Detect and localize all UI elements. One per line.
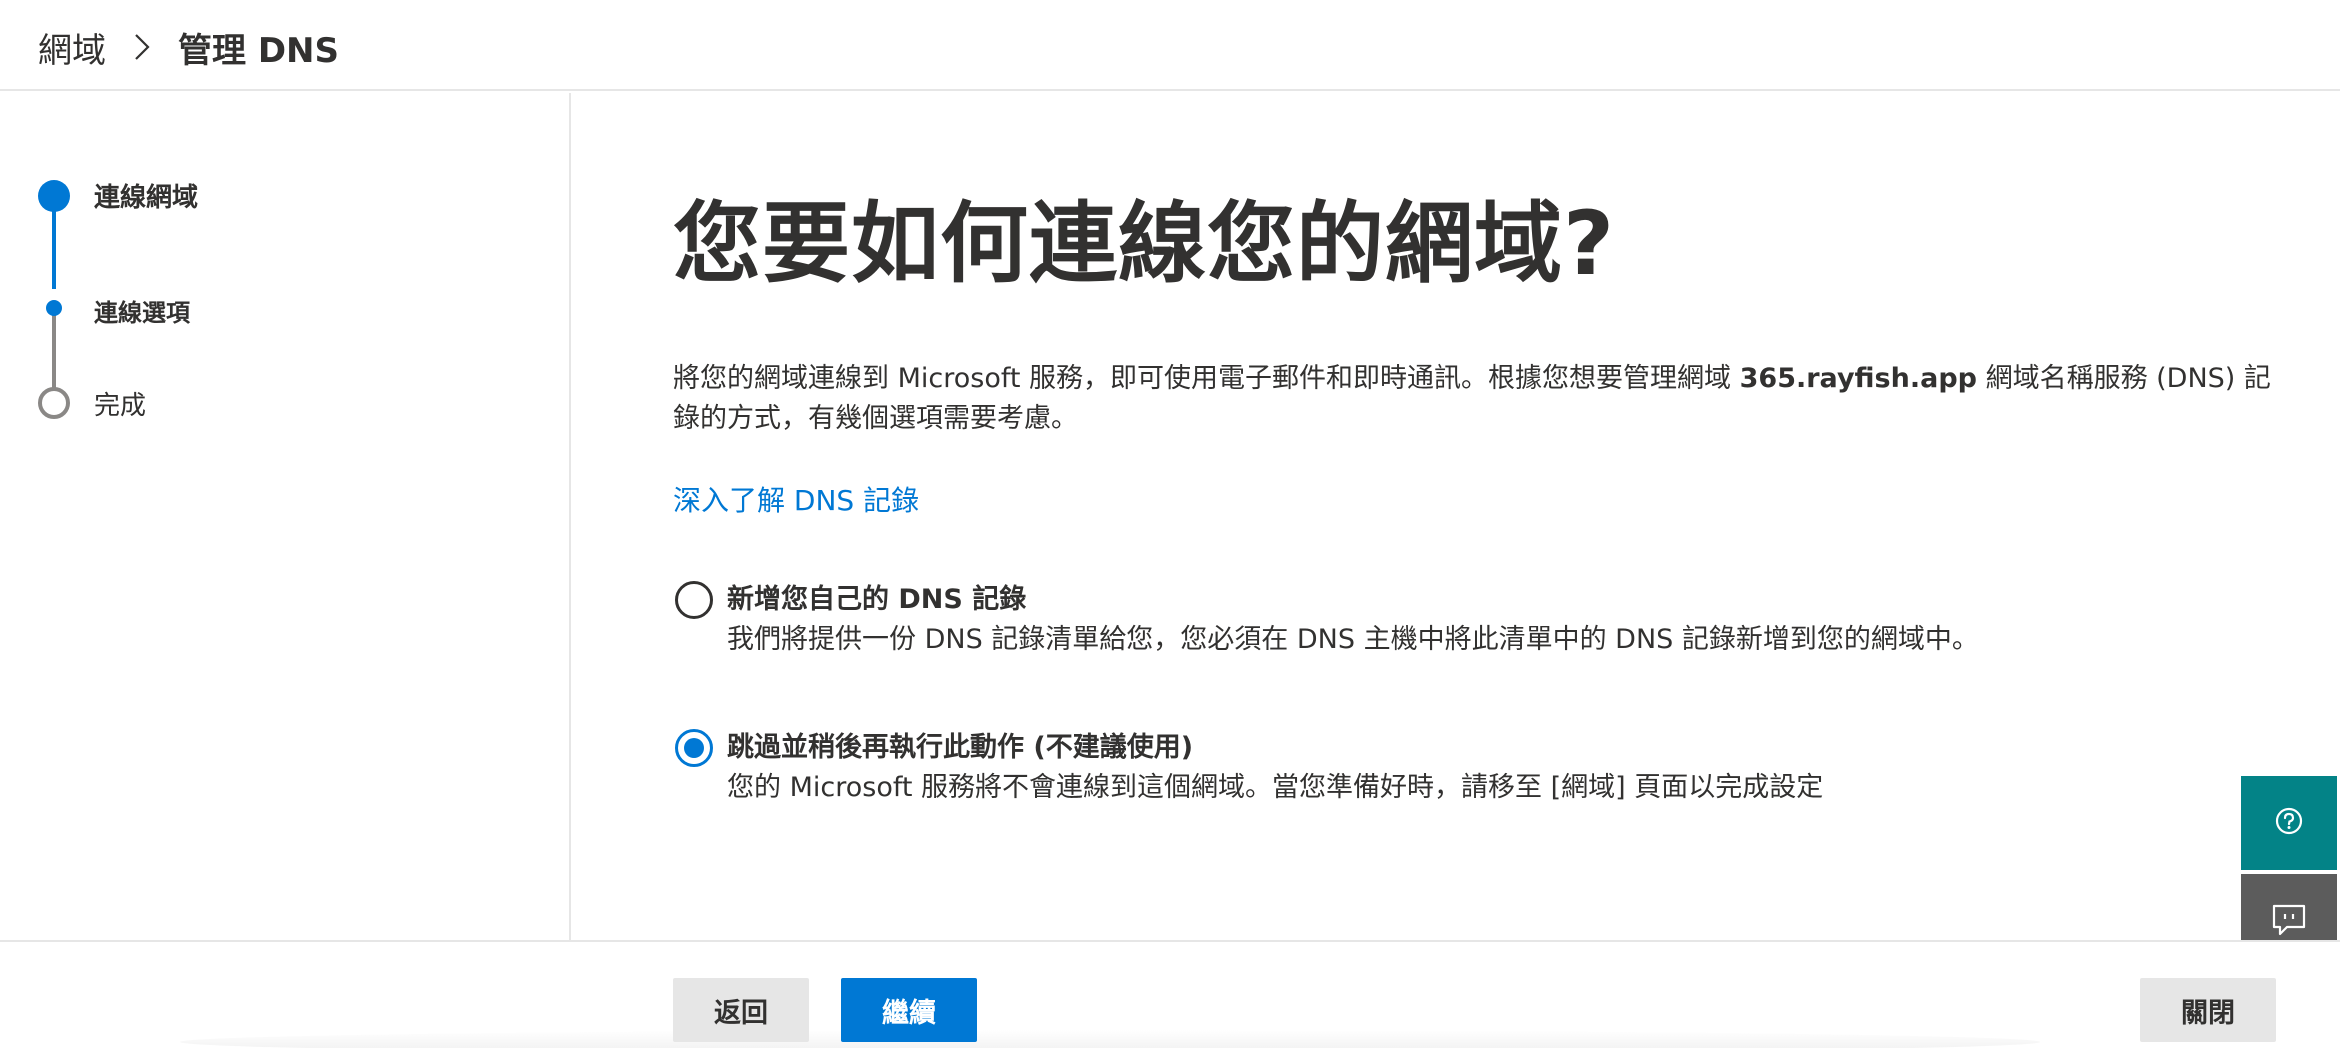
option-title: 新增您自己的 DNS 記錄 bbox=[727, 584, 1027, 615]
main-heading: 您要如何連線您的網域? bbox=[673, 192, 1616, 295]
help-icon bbox=[2274, 806, 2304, 840]
header: 網域 管理 DNS bbox=[0, 0, 2340, 91]
help-button[interactable] bbox=[2241, 776, 2337, 870]
progress-stepper: 連線網域 連線選項 完成 bbox=[0, 93, 571, 940]
step-connect-domain: 連線網域 bbox=[94, 183, 199, 213]
substep-current-indicator-icon bbox=[46, 300, 62, 316]
footer-bar: 返回 繼續 關閉 bbox=[0, 940, 2340, 1048]
close-button[interactable]: 關閉 bbox=[2140, 978, 2276, 1042]
chevron-right-icon bbox=[120, 27, 164, 67]
radio-skip-for-now[interactable] bbox=[675, 729, 713, 767]
option-description: 我們將提供一份 DNS 記錄清單給您，您必須在 DNS 主機中將此清單中的 DN… bbox=[727, 624, 1979, 655]
footer-shadow bbox=[180, 1030, 2040, 1048]
stepper-connector-pending bbox=[52, 315, 56, 395]
step-connection-options: 連線選項 bbox=[94, 299, 190, 327]
page: 網域 管理 DNS 連線網域 連線選項 完成 您要如何連線您的網域? 將您的網域… bbox=[0, 0, 2340, 1048]
feedback-icon bbox=[2271, 903, 2307, 941]
option-description: 您的 Microsoft 服務將不會連線到這個網域。當您準備好時，請移至 [網域… bbox=[727, 772, 1824, 803]
radio-add-own-dns[interactable] bbox=[675, 581, 713, 619]
page-title: 管理 DNS bbox=[178, 30, 340, 71]
description-text-start: 將您的網域連線到 Microsoft 服務，即可使用電子郵件和即時通訊。根據您想… bbox=[673, 363, 1740, 394]
breadcrumb: 網域 管理 DNS bbox=[38, 22, 339, 72]
domain-name: 365.rayfish.app bbox=[1739, 363, 1977, 394]
option-title: 跳過並稍後再執行此動作 (不建議使用) bbox=[727, 732, 1194, 763]
step-finish: 完成 bbox=[94, 391, 147, 421]
step-pending-indicator-icon bbox=[38, 387, 70, 419]
breadcrumb-domains-link[interactable]: 網域 bbox=[38, 23, 106, 72]
description: 將您的網域連線到 Microsoft 服務，即可使用電子郵件和即時通訊。根據您想… bbox=[673, 359, 2273, 439]
back-button[interactable]: 返回 bbox=[673, 978, 809, 1042]
learn-more-dns-link[interactable]: 深入了解 DNS 記錄 bbox=[673, 479, 919, 519]
continue-button[interactable]: 繼續 bbox=[841, 978, 977, 1042]
step-current-indicator-icon bbox=[38, 180, 70, 212]
